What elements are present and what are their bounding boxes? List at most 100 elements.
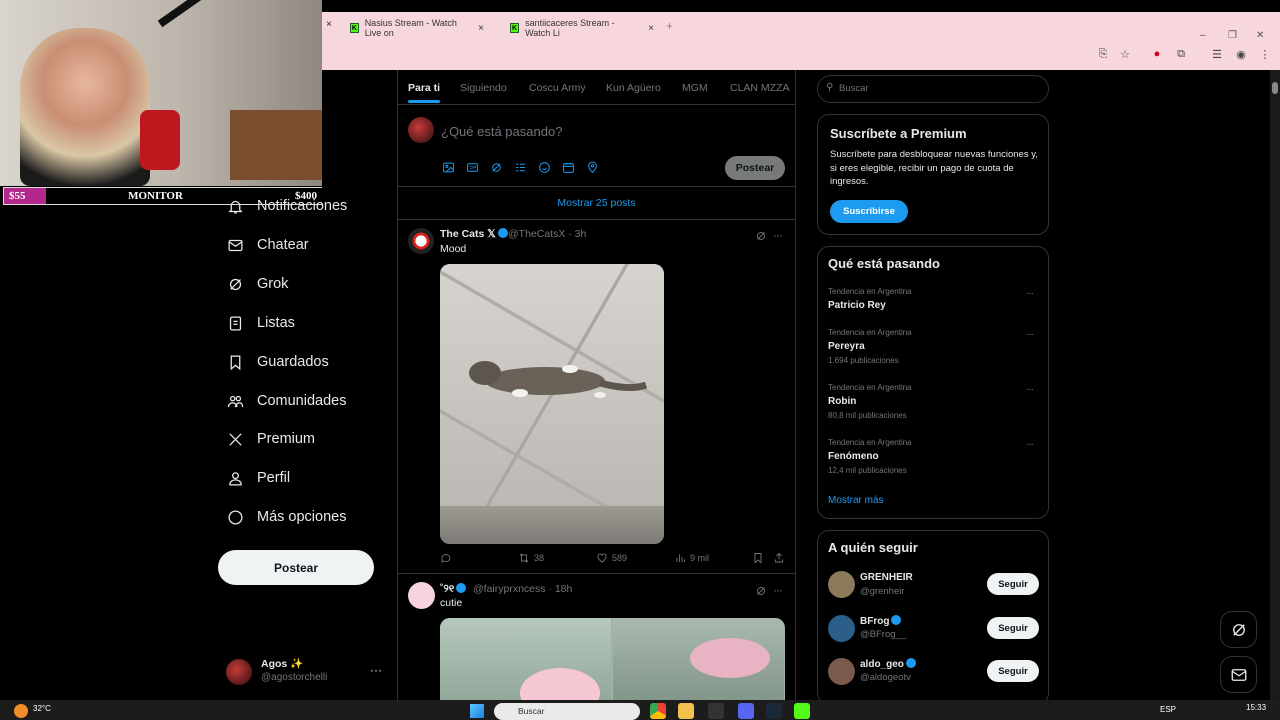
nav-label: Más opciones — [257, 509, 347, 525]
extensions-icon[interactable]: ⧉ — [1174, 47, 1188, 61]
opera-extension-icon[interactable]: ● — [1150, 47, 1164, 61]
share-button[interactable] — [773, 552, 789, 564]
tweet-handle[interactable]: @fairyprxncess · 18h — [473, 583, 572, 595]
more-icon[interactable]: ··· — [1026, 439, 1034, 450]
nav-item-grok[interactable]: Grok — [226, 270, 288, 298]
tab-clan-mzza[interactable]: CLAN MZZA — [730, 82, 790, 94]
close-tab-icon[interactable]: × — [326, 19, 332, 30]
bookmark-star-icon[interactable]: ☆ — [1118, 47, 1132, 61]
gif-icon[interactable] — [466, 161, 479, 174]
follow-handle: @BFrog__ — [860, 629, 907, 640]
scrollbar[interactable] — [1270, 70, 1280, 700]
follow-button[interactable]: Seguir — [987, 660, 1039, 682]
grok-icon[interactable] — [755, 584, 767, 596]
weather-temperature[interactable]: 32°C — [33, 704, 51, 713]
avatar[interactable] — [408, 228, 434, 254]
new-tab-button[interactable]: + — [666, 19, 673, 33]
follow-name[interactable]: GRENHEIR — [860, 572, 913, 583]
chrome-icon[interactable] — [650, 703, 666, 719]
tweet-handle[interactable]: @TheCatsX · 3h — [508, 228, 586, 240]
more-icon[interactable]: ··· — [1026, 329, 1034, 340]
tab-title: santiicaceres Stream - Watch Li — [525, 18, 615, 38]
clock[interactable]: 15:33 — [1246, 703, 1266, 712]
reading-list-icon[interactable]: ☰ — [1210, 47, 1224, 61]
compose-input[interactable]: ¿Qué está pasando? — [441, 124, 562, 139]
tweet-image[interactable] — [440, 264, 664, 544]
avatar[interactable] — [408, 582, 435, 609]
tweet-author-name[interactable]: ˚୨୧ — [440, 583, 467, 596]
discord-icon[interactable] — [738, 703, 754, 719]
follow-button[interactable]: Seguir — [987, 617, 1039, 639]
trend-name[interactable]: Robin — [828, 396, 856, 407]
tab-mgm[interactable]: MGM — [682, 82, 708, 94]
show-new-posts-link[interactable]: Mostrar 25 posts — [397, 197, 796, 209]
nav-item-chatear[interactable]: Chatear — [226, 231, 309, 259]
subscribe-button[interactable]: Suscribirse — [830, 200, 908, 223]
close-tab-icon[interactable]: × — [648, 23, 654, 34]
grok-icon[interactable] — [755, 229, 767, 241]
views-button[interactable]: 9 mil — [674, 552, 709, 564]
avatar — [408, 117, 434, 143]
location-icon[interactable] — [586, 161, 599, 174]
tab-coscu-army[interactable]: Coscu Army — [529, 82, 586, 94]
follow-name[interactable]: aldo_geo — [860, 658, 916, 670]
tab-para-ti[interactable]: Para ti — [408, 82, 440, 94]
weather-icon[interactable] — [14, 704, 28, 718]
bookmark-button[interactable] — [752, 552, 768, 564]
trend-name[interactable]: Fenómeno — [828, 451, 879, 462]
compose-post-button[interactable]: Postear — [725, 156, 785, 180]
grok-icon[interactable] — [490, 161, 503, 174]
browser-menu-icon[interactable]: ⋮ — [1258, 47, 1272, 61]
close-tab-icon[interactable]: × — [478, 23, 484, 34]
file-explorer-icon[interactable] — [678, 703, 694, 719]
messages-float-button[interactable] — [1220, 656, 1257, 693]
more-icon[interactable]: ··· — [1026, 288, 1034, 299]
kick-icon[interactable] — [794, 703, 810, 719]
more-icon[interactable]: ··· — [773, 583, 783, 597]
avatar[interactable] — [828, 658, 855, 685]
envelope-icon — [1231, 668, 1246, 681]
more-icon[interactable]: ··· — [1026, 384, 1034, 395]
windows-start-icon[interactable] — [470, 704, 484, 718]
install-app-icon[interactable]: ⎘ — [1096, 47, 1110, 61]
retweet-button[interactable]: 38 — [518, 552, 544, 564]
obs-icon[interactable] — [708, 703, 724, 719]
profile-avatar-icon[interactable]: ◉ — [1234, 47, 1248, 61]
reply-button[interactable] — [440, 552, 456, 564]
taskbar-search[interactable] — [494, 703, 640, 720]
follow-button[interactable]: Seguir — [987, 573, 1039, 595]
follow-name[interactable]: BFrog — [860, 615, 902, 627]
trend-count: 12,4 mil publicaciones — [828, 466, 907, 475]
show-more-trends-link[interactable]: Mostrar más — [828, 495, 884, 506]
post-button[interactable]: Postear — [218, 550, 374, 585]
poll-icon[interactable] — [514, 161, 527, 174]
nav-item-premium[interactable]: Premium — [226, 425, 315, 453]
url-input[interactable] — [322, 43, 1092, 67]
nav-item-notificaciones[interactable]: Notificaciones — [226, 192, 347, 220]
browser-tab[interactable]: K santiicaceres Stream - Watch Li × — [502, 16, 662, 40]
steam-icon[interactable] — [766, 703, 782, 719]
emoji-icon[interactable] — [538, 161, 551, 174]
tab-kun-aguero[interactable]: Kun Agüero — [606, 82, 661, 94]
tweet-author-name[interactable]: The Cats 𝕏 — [440, 228, 508, 240]
nav-item-comunidades[interactable]: Comunidades — [226, 387, 346, 415]
more-icon[interactable]: ··· — [773, 228, 783, 242]
grok-float-button[interactable] — [1220, 611, 1257, 648]
trend-name[interactable]: Pereyra — [828, 341, 865, 352]
tab-siguiendo[interactable]: Siguiendo — [460, 82, 507, 94]
image-icon[interactable] — [442, 161, 455, 174]
trend-name[interactable]: Patricio Rey — [828, 300, 886, 311]
browser-tab[interactable]: K Nasius Stream - Watch Live on × — [342, 16, 492, 40]
nav-item-mas-opciones[interactable]: Más opciones — [226, 503, 346, 531]
account-switcher[interactable]: Agos ✨ @agostorchelli ··· — [226, 657, 386, 687]
avatar[interactable] — [828, 615, 855, 642]
nav-item-listas[interactable]: Listas — [226, 309, 295, 337]
like-button[interactable]: 589 — [596, 552, 627, 564]
tweet-image[interactable] — [440, 618, 785, 708]
schedule-icon[interactable] — [562, 161, 575, 174]
scrollbar-thumb[interactable] — [1272, 82, 1278, 94]
nav-item-guardados[interactable]: Guardados — [226, 348, 329, 376]
nav-item-perfil[interactable]: Perfil — [226, 464, 290, 492]
avatar[interactable] — [828, 571, 855, 598]
language-indicator[interactable]: ESP — [1160, 705, 1176, 714]
